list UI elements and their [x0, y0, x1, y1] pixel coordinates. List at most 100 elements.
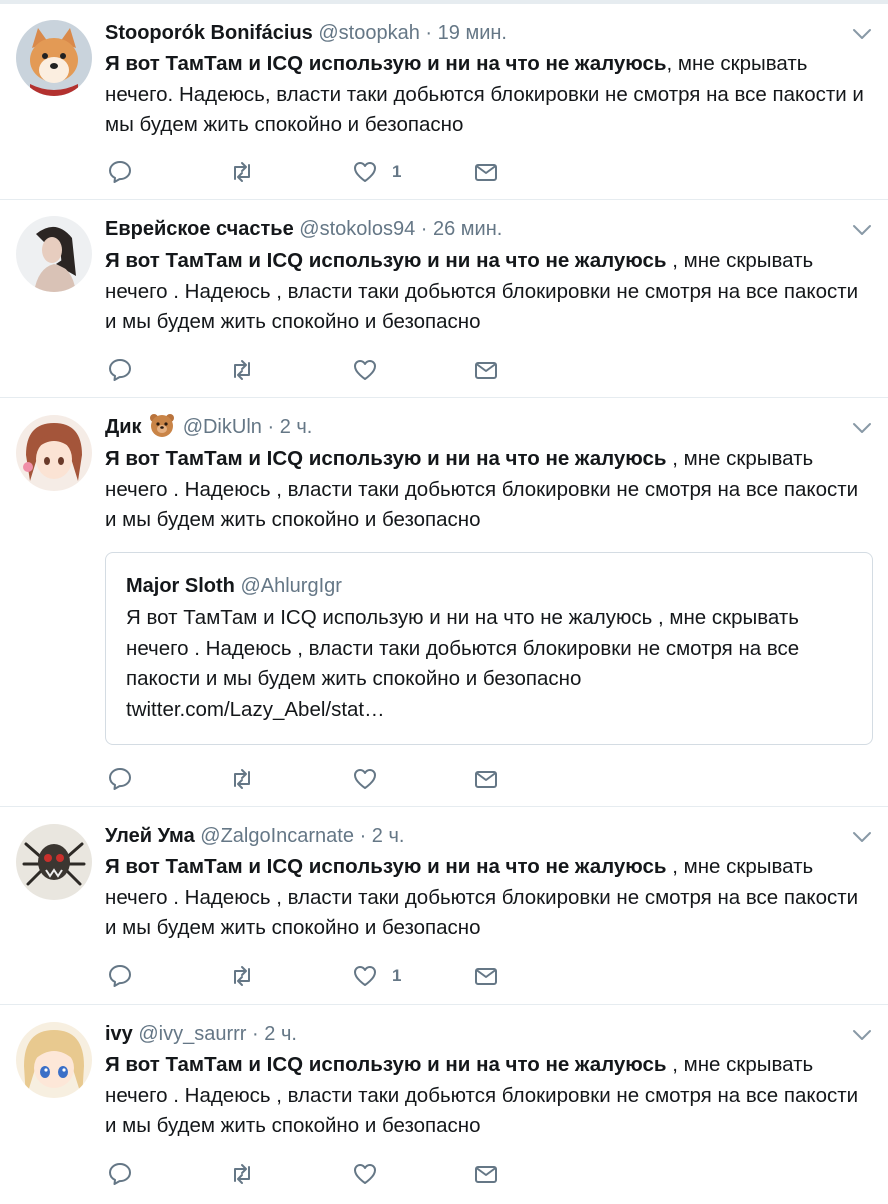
envelope-icon	[475, 362, 497, 379]
reply-button[interactable]	[107, 1160, 133, 1188]
tweet-text: Я вот ТамТам и ICQ использую и ни на что…	[105, 1050, 875, 1142]
display-name[interactable]: ivy	[105, 1023, 133, 1045]
reply-icon	[109, 359, 131, 381]
username[interactable]: @ZalgoIncarnate	[200, 825, 354, 847]
retweet-button[interactable]	[229, 356, 255, 384]
tweet-menu-button[interactable]	[850, 218, 874, 242]
quoted-username: @AhlurgIgr	[240, 575, 342, 597]
tweet-menu-button[interactable]	[850, 416, 874, 440]
tweet-actions	[107, 765, 527, 793]
tweet-text-bold: Я вот ТамТам и ICQ использую и ни на что…	[105, 52, 667, 75]
quoted-link[interactable]: twitter.com/Lazy_Abel/stat…	[126, 698, 385, 721]
avatar[interactable]	[16, 20, 92, 96]
heart-icon	[354, 1164, 376, 1184]
chevron-down-icon	[853, 1030, 871, 1040]
tweet-actions	[107, 356, 527, 384]
heart-icon	[354, 769, 376, 789]
direct-message-button[interactable]	[473, 1160, 499, 1188]
direct-message-button[interactable]	[473, 765, 499, 793]
tweet[interactable]: Еврейское счастье @stokolos94 · 26 мин. …	[0, 199, 888, 398]
chevron-down-icon	[853, 29, 871, 39]
tweet-header: Улей Ума @ZalgoIncarnate · 2 ч.	[105, 820, 828, 852]
username[interactable]: @stoopkah	[318, 22, 419, 44]
timestamp[interactable]: 19 мин.	[438, 22, 507, 44]
avatar[interactable]	[16, 415, 92, 491]
like-button[interactable]	[352, 765, 392, 793]
display-name[interactable]: Еврейское счастье	[105, 218, 294, 240]
tweet[interactable]: Улей Ума @ZalgoIncarnate · 2 ч. Я вот Та…	[0, 806, 888, 1005]
timestamp[interactable]: 2 ч.	[372, 825, 405, 847]
reply-button[interactable]	[107, 962, 133, 990]
display-name[interactable]: Дик	[105, 416, 142, 438]
retweet-button[interactable]	[229, 1160, 255, 1188]
tweet-text-bold: Я вот ТамТам и ICQ использую и ни на что…	[105, 447, 667, 470]
display-name[interactable]: Stooporók Bonifácius	[105, 22, 313, 44]
like-count: 1	[392, 162, 402, 181]
tweet[interactable]: Stooporók Bonifácius @stoopkah · 19 мин.…	[0, 4, 888, 200]
tweet-actions: 1	[107, 962, 527, 990]
retweet-button[interactable]	[229, 158, 255, 186]
quoted-tweet-text: Я вот ТамТам и ICQ использую и ни на что…	[126, 603, 856, 725]
like-button[interactable]: 1	[352, 962, 401, 990]
timestamp[interactable]: 2 ч.	[280, 416, 313, 438]
timestamp[interactable]: 26 мин.	[433, 218, 502, 240]
display-name[interactable]: Улей Ума	[105, 825, 195, 847]
chevron-down-icon	[853, 423, 871, 433]
envelope-icon	[475, 968, 497, 985]
separator-dot: ·	[425, 22, 433, 44]
direct-message-button[interactable]	[473, 158, 499, 186]
tweet-header: ivy @ivy_saurrr · 2 ч.	[105, 1018, 828, 1050]
bear-face-emoji	[150, 414, 175, 437]
username[interactable]: @ivy_saurrr	[138, 1023, 246, 1045]
quoted-text: Я вот ТамТам и ICQ использую и ни на что…	[126, 606, 800, 691]
avatar[interactable]	[16, 216, 92, 292]
tweet-menu-button[interactable]	[850, 22, 874, 46]
separator-dot: ·	[267, 416, 275, 438]
username[interactable]: @stokolos94	[299, 218, 415, 240]
woman-photo-avatar	[16, 216, 92, 292]
quoted-tweet[interactable]: Major Sloth @AhlurgIgr Я вот ТамТам и IC…	[105, 552, 873, 745]
tweet[interactable]: Дик @DikUln · 2 ч. Я вот ТамТам и ICQ ис…	[0, 397, 888, 807]
retweet-icon	[234, 1164, 250, 1184]
tweet-header: Stooporók Bonifácius @stoopkah · 19 мин.	[105, 17, 828, 49]
avatar[interactable]	[16, 824, 92, 900]
tweet-header: Еврейское счастье @stokolos94 · 26 мин.	[105, 213, 828, 245]
heart-icon	[354, 360, 376, 380]
quoted-tweet-header: Major Sloth @AhlurgIgr	[126, 571, 342, 601]
username[interactable]: @DikUln	[183, 416, 262, 438]
shiba-dog-avatar	[16, 20, 92, 96]
timestamp[interactable]: 2 ч.	[264, 1023, 297, 1045]
retweet-button[interactable]	[229, 962, 255, 990]
like-count: 1	[392, 966, 402, 985]
like-button[interactable]	[352, 356, 392, 384]
envelope-icon	[475, 1166, 497, 1183]
tweet-actions	[107, 1160, 527, 1188]
tweet-menu-button[interactable]	[850, 1023, 874, 1047]
retweet-icon	[234, 162, 250, 182]
reply-icon	[109, 1163, 131, 1185]
reply-icon	[109, 965, 131, 987]
tweet-text: Я вот ТамТам и ICQ использую и ни на что…	[105, 444, 875, 536]
chevron-down-icon	[853, 832, 871, 842]
reply-button[interactable]	[107, 356, 133, 384]
heart-icon	[354, 966, 376, 986]
separator-dot: ·	[359, 825, 367, 847]
separator-dot: ·	[420, 218, 428, 240]
tweet-menu-button[interactable]	[850, 825, 874, 849]
envelope-icon	[475, 771, 497, 788]
retweet-icon	[234, 769, 250, 789]
retweet-button[interactable]	[229, 765, 255, 793]
like-button[interactable]	[352, 1160, 392, 1188]
avatar[interactable]	[16, 1022, 92, 1098]
envelope-icon	[475, 164, 497, 181]
tweet-text: Я вот ТамТам и ICQ использую и ни на что…	[105, 246, 875, 338]
direct-message-button[interactable]	[473, 356, 499, 384]
heart-icon	[354, 162, 376, 182]
tweet[interactable]: ivy @ivy_saurrr · 2 ч. Я вот ТамТам и IC…	[0, 1004, 888, 1204]
tweet-text-bold: Я вот ТамТам и ICQ использую и ни на что…	[105, 249, 667, 272]
reply-button[interactable]	[107, 158, 133, 186]
like-button[interactable]: 1	[352, 158, 401, 186]
direct-message-button[interactable]	[473, 962, 499, 990]
reply-button[interactable]	[107, 765, 133, 793]
tweet-text: Я вот ТамТам и ICQ использую и ни на что…	[105, 852, 875, 944]
